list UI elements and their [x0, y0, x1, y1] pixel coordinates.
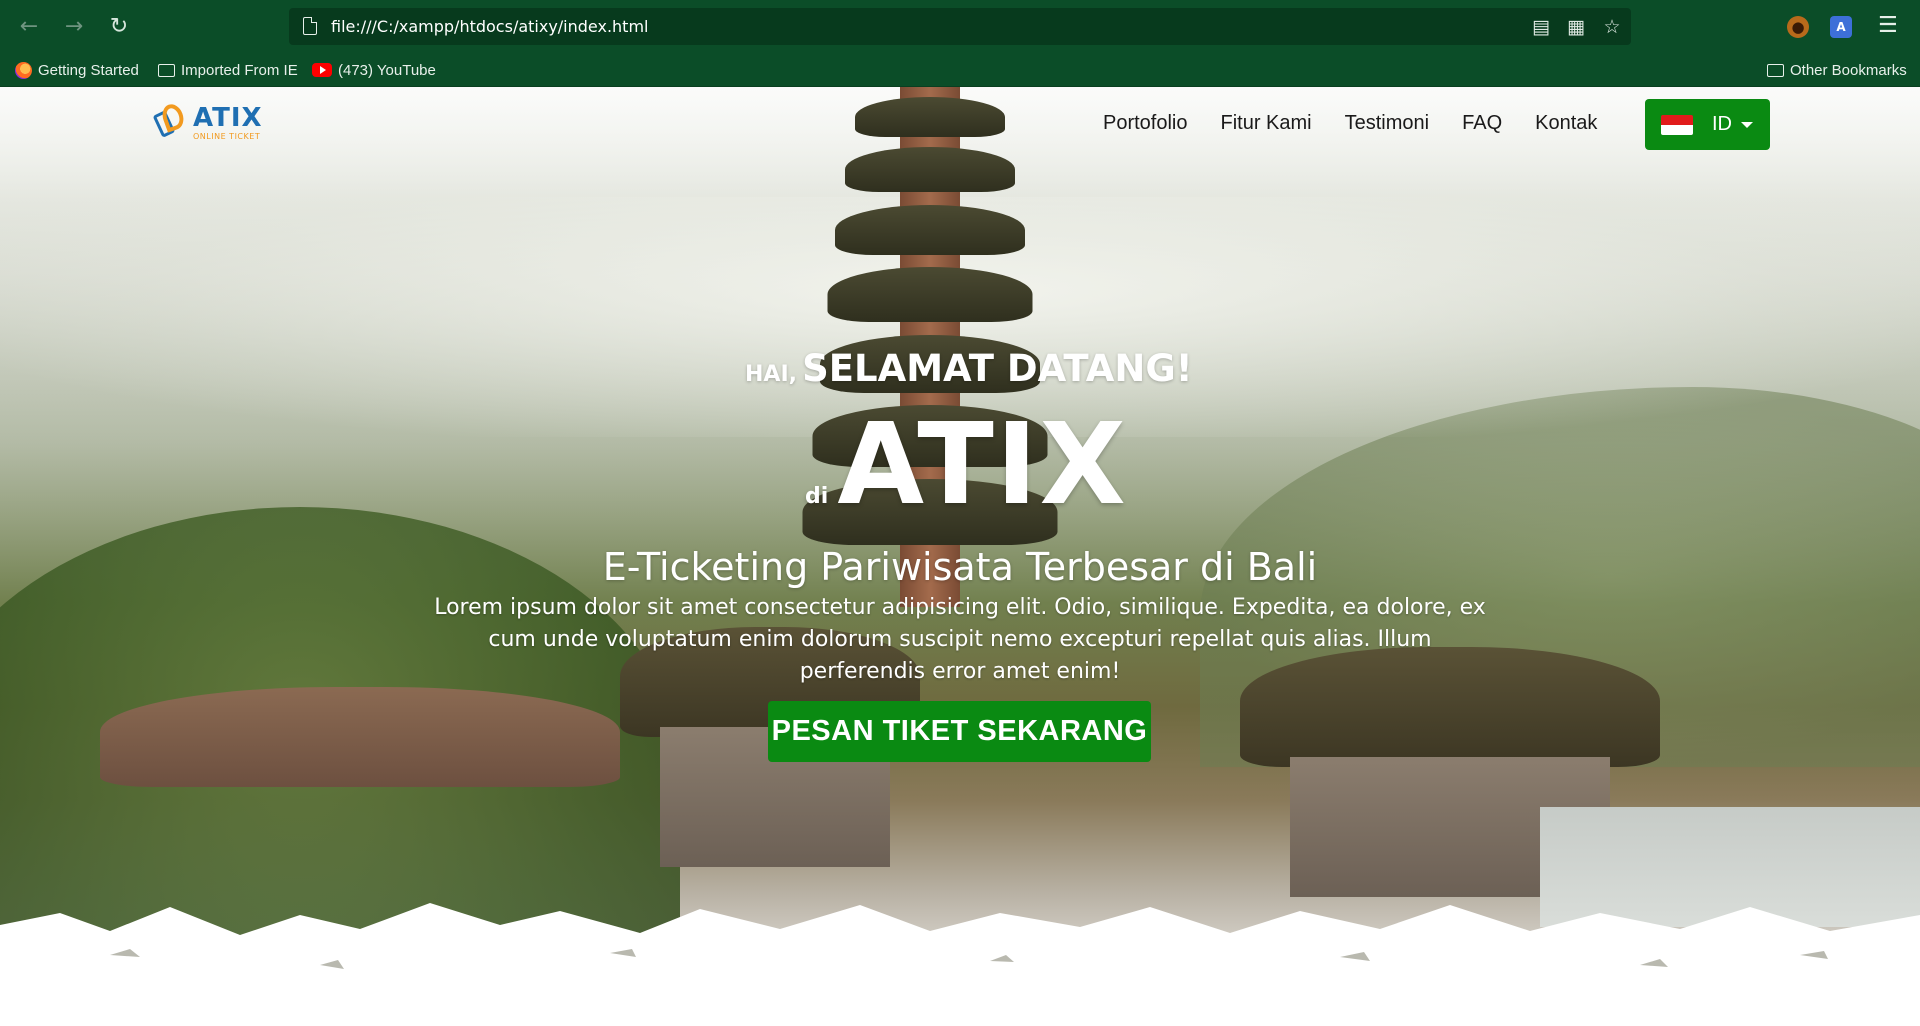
extension-translate-icon[interactable]: A — [1830, 16, 1852, 38]
greeting-big: SELAMAT DATANG! — [802, 347, 1193, 390]
youtube-icon — [312, 63, 332, 77]
bookmark-label: Getting Started — [38, 61, 139, 79]
brand-prefix: di — [805, 484, 829, 509]
greeting-small: HAI, — [745, 362, 797, 387]
url-text[interactable]: file:///C:/xampp/htdocs/atixy/index.html — [331, 17, 648, 36]
bookmark-label: Imported From IE — [181, 61, 298, 79]
long-hall-roof — [100, 687, 620, 787]
nav-link-fitur-kami[interactable]: Fitur Kami — [1221, 112, 1312, 135]
hero-tagline: E-Ticketing Pariwisata Terbesar di Bali — [602, 545, 1318, 589]
browser-toolbar: ← → ↻ file:///C:/xampp/htdocs/atixy/inde… — [0, 0, 1920, 54]
extension-monkey-icon[interactable]: ● — [1787, 16, 1809, 38]
bookmark-getting-started[interactable]: Getting Started — [15, 60, 139, 80]
bookmark-label: Other Bookmarks — [1790, 61, 1907, 79]
nav-link-kontak[interactable]: Kontak — [1535, 112, 1597, 135]
firefox-icon — [15, 61, 32, 79]
nav-link-portofolio[interactable]: Portofolio — [1103, 112, 1188, 135]
order-ticket-button[interactable]: PESAN TIKET SEKARANG — [768, 701, 1151, 762]
main-menu: Portofolio Fitur Kami Testimoni FAQ Kont… — [1103, 112, 1630, 135]
bookmark-other[interactable]: Other Bookmarks — [1767, 60, 1907, 80]
reader-view-icon[interactable]: ▤ — [1528, 14, 1554, 40]
nav-link-faq[interactable]: FAQ — [1462, 112, 1502, 135]
site-logo[interactable]: ATIX ONLINE TICKET — [152, 101, 263, 142]
forward-arrow-icon[interactable]: → — [58, 11, 90, 43]
indonesia-flag-icon — [1661, 115, 1693, 135]
reload-icon[interactable]: ↻ — [103, 11, 135, 43]
torn-paper-divider — [0, 903, 1920, 1026]
site-navbar: ATIX ONLINE TICKET Portofolio Fitur Kami… — [0, 87, 1920, 157]
translate-page-icon[interactable]: ▦ — [1563, 14, 1589, 40]
logo-name: ATIX — [193, 103, 263, 133]
bookmark-label: (473) YouTube — [338, 61, 436, 79]
bookmarks-bar: Getting Started Imported From IE (473) Y… — [0, 54, 1920, 87]
folder-icon — [1767, 63, 1784, 77]
caret-down-icon — [1741, 122, 1753, 128]
language-dropdown-button[interactable]: ID — [1645, 99, 1770, 150]
hero-description: Lorem ipsum dolor sit amet consectetur a… — [434, 595, 1486, 684]
hamburger-menu-icon[interactable]: ☰ — [1878, 13, 1898, 38]
web-page: ATIX ONLINE TICKET Portofolio Fitur Kami… — [0, 87, 1920, 1026]
bookmark-youtube[interactable]: (473) YouTube — [312, 60, 436, 80]
page-icon — [303, 17, 317, 35]
atix-logo-icon — [152, 101, 187, 140]
logo-subtitle: ONLINE TICKET — [193, 132, 261, 141]
hero-greeting: HAI, SELAMAT DATANG! — [745, 347, 1193, 390]
nav-link-testimoni[interactable]: Testimoni — [1345, 112, 1429, 135]
hero-brand: di ATIX — [805, 409, 1128, 521]
back-arrow-icon[interactable]: ← — [13, 11, 45, 43]
brand-title: ATIX — [837, 400, 1128, 530]
bookmark-star-icon[interactable]: ☆ — [1599, 14, 1625, 40]
language-label: ID — [1712, 113, 1732, 135]
folder-icon — [158, 63, 175, 77]
address-bar[interactable]: file:///C:/xampp/htdocs/atixy/index.html… — [289, 8, 1631, 45]
bookmark-imported-from-ie[interactable]: Imported From IE — [158, 60, 298, 80]
